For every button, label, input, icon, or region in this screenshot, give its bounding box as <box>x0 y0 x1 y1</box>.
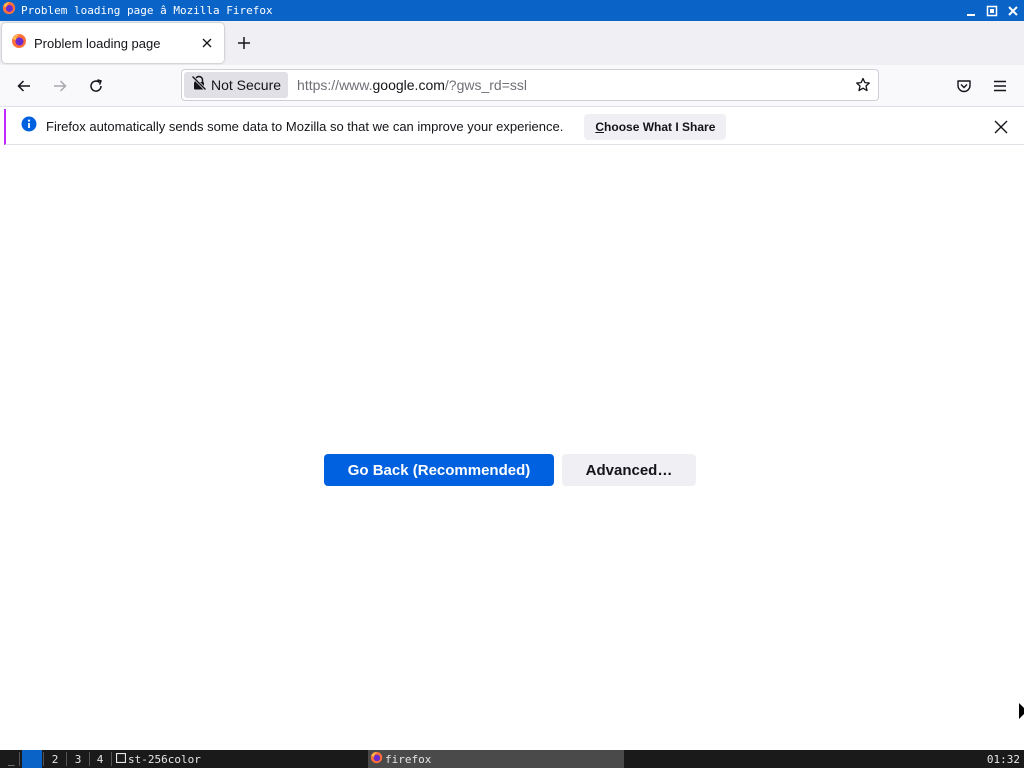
url-host: google.com <box>372 77 445 93</box>
taskbar-task-terminal[interactable]: st-256color <box>115 750 201 768</box>
maximize-icon[interactable] <box>984 3 999 18</box>
forward-arrow-icon[interactable] <box>48 74 72 98</box>
tab-strip: Problem loading page <box>0 21 1024 65</box>
notification-message: Firefox automatically sends some data to… <box>46 119 564 134</box>
bookmark-star-icon[interactable] <box>853 75 873 95</box>
back-arrow-icon[interactable] <box>12 74 36 98</box>
window-title: Problem loading page â Mozilla Firefox <box>21 4 273 17</box>
go-back-button[interactable]: Go Back (Recommended) <box>324 454 554 486</box>
choose-what-i-share-button[interactable]: Choose What I Share <box>584 113 727 140</box>
firefox-icon <box>11 33 27 54</box>
button-label-rest: hoose What I Share <box>604 119 716 134</box>
taskbar-separator <box>43 752 44 766</box>
minimize-icon[interactable] <box>963 3 978 18</box>
mouse-cursor-icon <box>1019 703 1024 724</box>
pocket-icon[interactable] <box>952 74 976 98</box>
taskbar-task-firefox[interactable]: firefox <box>368 750 624 768</box>
url-text[interactable]: https://www.google.com/?gws_rd=ssl <box>297 77 527 93</box>
tab-problem-loading-page[interactable]: Problem loading page <box>2 23 224 63</box>
firefox-task-label: firefox <box>385 752 432 766</box>
advanced-button[interactable]: Advanced… <box>562 454 696 486</box>
url-suffix: /?gws_rd=ssl <box>444 77 527 93</box>
tab-label: Problem loading page <box>34 35 161 51</box>
reload-icon[interactable] <box>84 74 108 98</box>
new-tab-icon[interactable] <box>233 32 255 54</box>
accesskey-letter: C <box>595 119 605 134</box>
workspace-3-button[interactable]: 3 <box>68 750 88 768</box>
launcher-button[interactable]: _ <box>8 750 15 768</box>
data-reporting-notification: Firefox automatically sends some data to… <box>4 109 1024 145</box>
taskbar-clock: 01:32 <box>986 752 1020 766</box>
taskbar-separator <box>111 752 112 766</box>
navigation-bar: Not Secure https://www.google.com/?gws_r… <box>0 65 1024 107</box>
info-icon <box>21 116 37 137</box>
firefox-icon <box>370 751 383 767</box>
window-square-icon <box>115 752 127 766</box>
close-window-icon[interactable] <box>1005 3 1020 18</box>
not-secure-label: Not Secure <box>211 77 282 93</box>
url-bar[interactable]: Not Secure https://www.google.com/?gws_r… <box>181 69 879 101</box>
firefox-icon <box>2 1 16 20</box>
window-titlebar: Problem loading page â Mozilla Firefox <box>0 0 1024 21</box>
taskbar-separator <box>19 752 20 766</box>
close-tab-icon[interactable] <box>199 35 215 51</box>
taskbar: _ 2 3 4 st-256color firefox 01:32 <box>0 750 1024 768</box>
taskbar-separator <box>66 752 67 766</box>
close-notification-icon[interactable] <box>992 118 1010 136</box>
site-identity-button[interactable]: Not Secure <box>184 72 289 98</box>
insecure-lock-icon <box>191 74 207 96</box>
workspace-1-button[interactable] <box>22 750 42 768</box>
url-prefix: https://www. <box>297 77 373 93</box>
workspace-2-button[interactable]: 2 <box>45 750 65 768</box>
workspace-4-button[interactable]: 4 <box>90 750 110 768</box>
hamburger-menu-icon[interactable] <box>988 74 1012 98</box>
terminal-task-label: st-256color <box>128 752 201 766</box>
